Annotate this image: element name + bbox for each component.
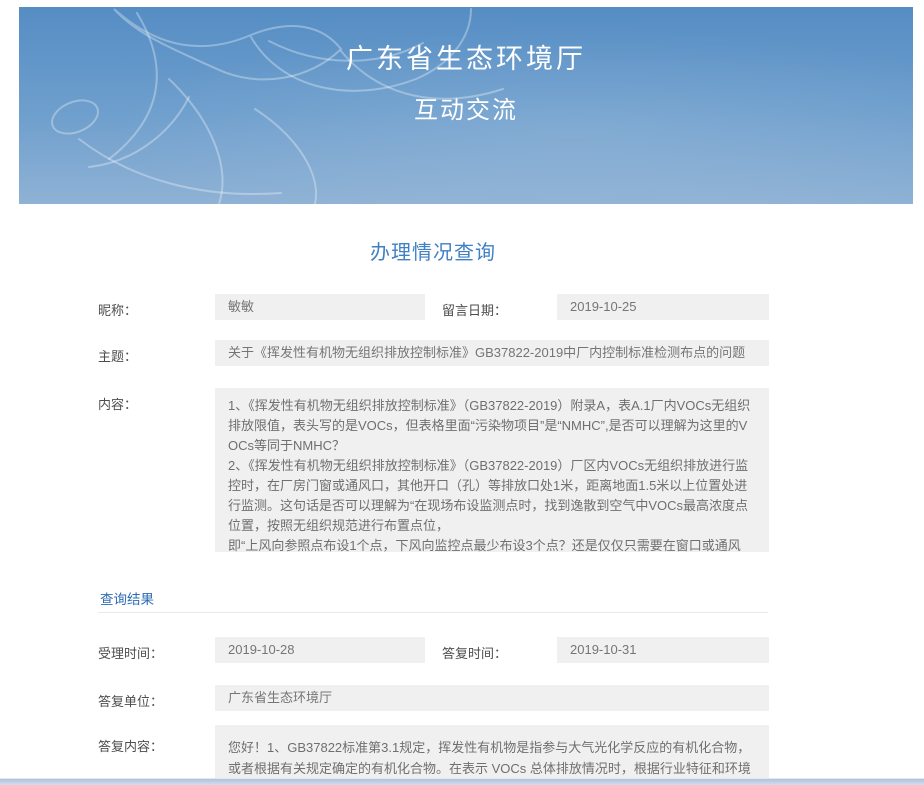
reply-unit-label: 答复单位： [98, 691, 163, 710]
content-label: 内容： [98, 394, 137, 413]
bottom-scroll-edge[interactable] [0, 778, 924, 785]
section-divider [98, 612, 768, 613]
page-title: 办理情况查询 [98, 236, 768, 265]
reply-unit-field[interactable]: 广东省生态环境厅 [215, 685, 769, 711]
content-field[interactable]: 1、《挥发性有机物无组织排放控制标准》（GB37822-2019）附录A，表A.… [215, 388, 769, 552]
header-banner: 广东省生态环境厅 互动交流 [19, 7, 913, 204]
reply-time-label: 答复时间： [442, 643, 507, 662]
message-date-label: 留言日期： [442, 300, 507, 319]
message-date-field[interactable]: 2019-10-25 [557, 294, 769, 320]
page: 广东省生态环境厅 互动交流 办理情况查询 昵称： 敏敏 留言日期： 2019-1… [0, 0, 924, 785]
section-title-banner: 互动交流 [19, 90, 913, 125]
nickname-label: 昵称： [98, 300, 137, 319]
accepted-time-field[interactable]: 2019-10-28 [215, 637, 425, 663]
accepted-time-label: 受理时间： [98, 643, 163, 662]
subject-label: 主题： [98, 346, 137, 365]
reply-content-label: 答复内容： [98, 736, 163, 755]
reply-content-field[interactable]: 您好！1、GB37822标准第3.1规定，挥发性有机物是指参与大气光化学反应的有… [215, 725, 769, 785]
reply-time-field[interactable]: 2019-10-31 [557, 637, 769, 663]
results-section-title: 查询结果 [100, 588, 154, 608]
subject-field[interactable]: 关于《挥发性有机物无组织排放控制标准》GB37822-2019中厂内控制标准检测… [215, 340, 769, 366]
org-title: 广东省生态环境厅 [19, 37, 913, 76]
nickname-field[interactable]: 敏敏 [215, 294, 425, 320]
